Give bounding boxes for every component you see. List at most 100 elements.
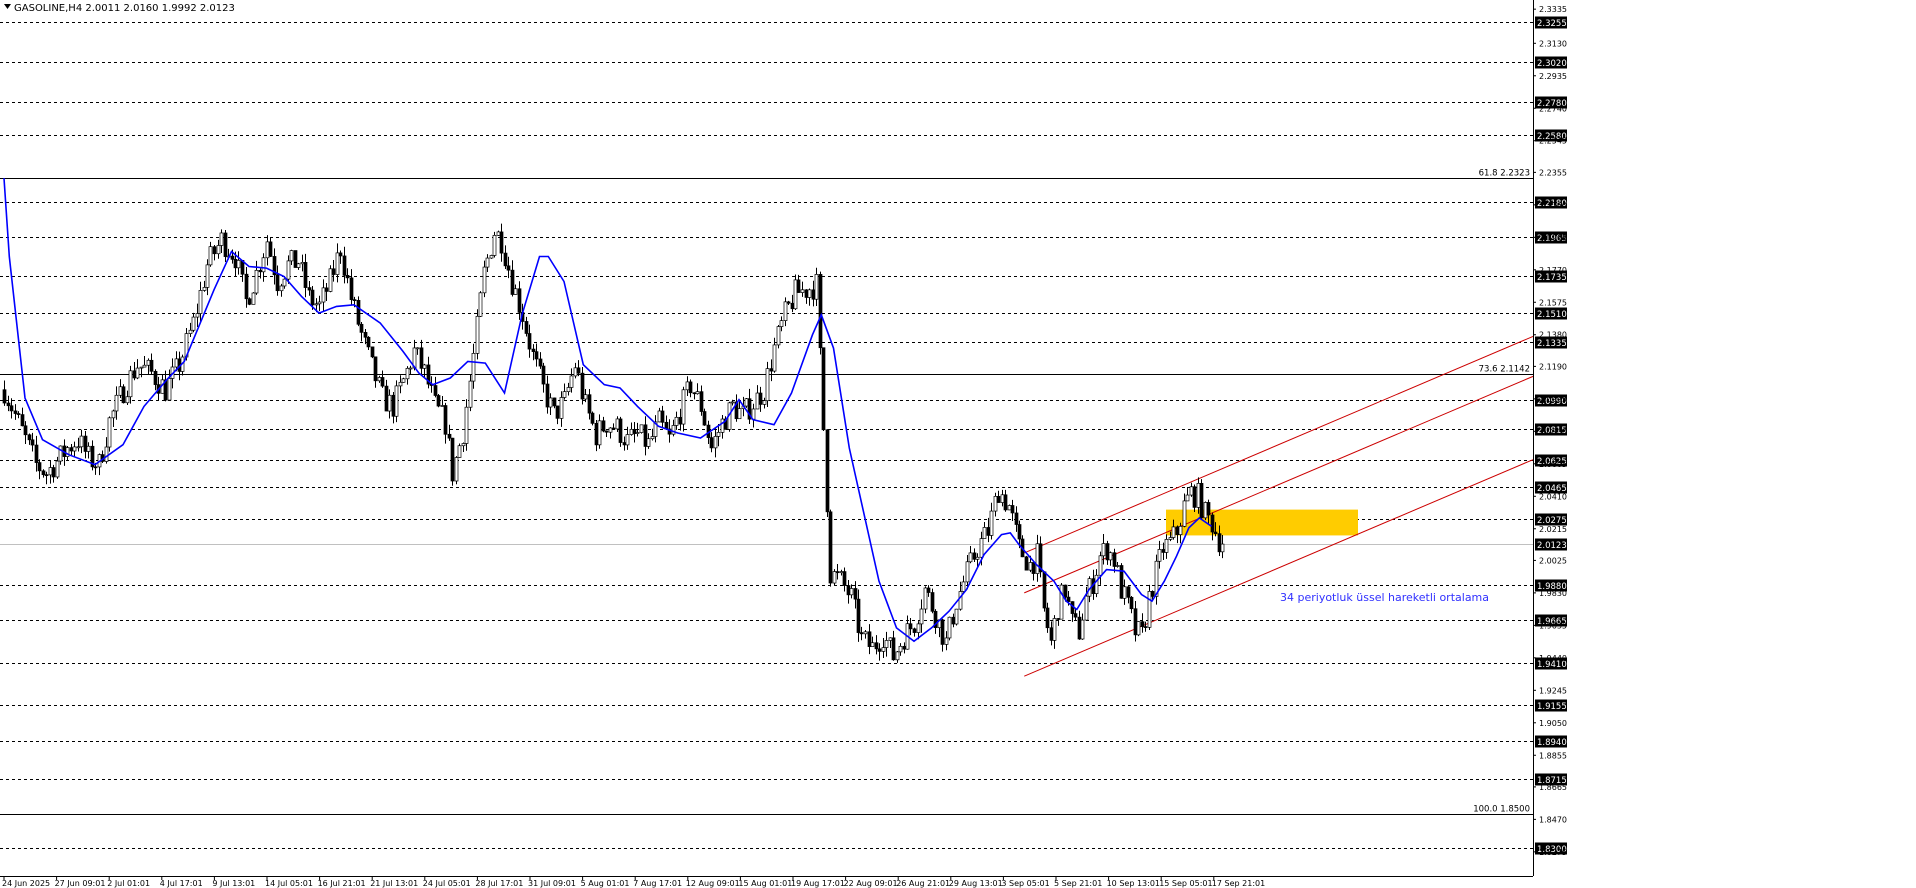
candle-body xyxy=(202,287,207,291)
candle-body xyxy=(349,277,354,300)
candle-body xyxy=(265,241,270,259)
y-tick-label: 1.9830 xyxy=(1539,589,1567,598)
x-tick-label: 5 Aug 01:01 xyxy=(581,879,630,888)
candle-body xyxy=(657,410,662,423)
candle-body xyxy=(839,571,844,574)
candle-body xyxy=(1161,549,1166,553)
candle xyxy=(828,509,833,587)
candle-body xyxy=(1210,514,1215,533)
candle-body xyxy=(370,346,375,358)
candle-body xyxy=(443,405,448,435)
candle-body xyxy=(23,425,28,436)
candle-body xyxy=(391,394,396,417)
current-price-label-text: 2.0123 xyxy=(1537,541,1567,551)
candle-body xyxy=(800,289,805,293)
candle-body xyxy=(853,588,858,600)
candle xyxy=(793,274,798,311)
candle-body xyxy=(212,246,217,255)
chart-header: GASOLINE,H4 2.0011 2.0160 1.9992 2.0123 xyxy=(4,3,235,14)
candle-body xyxy=(573,367,578,377)
candle-body xyxy=(1077,616,1082,640)
candle-body xyxy=(552,397,557,407)
candle-body xyxy=(867,631,872,647)
candle-body xyxy=(492,235,497,256)
candle-body xyxy=(559,397,564,419)
candle-body xyxy=(1203,502,1208,519)
fib-label: 73.6 2.1142 xyxy=(1479,365,1530,375)
candle-body xyxy=(709,437,714,449)
candle-body xyxy=(786,301,791,304)
candle-body xyxy=(236,260,241,269)
candle-body xyxy=(254,269,259,294)
candle-body xyxy=(496,231,501,236)
candle-body xyxy=(1035,543,1040,574)
candle-body xyxy=(979,538,984,558)
candle xyxy=(639,424,644,434)
candle-body xyxy=(338,252,343,257)
candle xyxy=(478,291,483,317)
y-tick-label: 2.0995 xyxy=(1539,395,1567,404)
candle-body xyxy=(139,366,144,369)
candle-body xyxy=(2,389,7,404)
candle-body xyxy=(513,288,518,295)
candle-body xyxy=(692,392,697,395)
candle-body xyxy=(475,315,480,354)
chart-canvas[interactable]: 61.8 2.2323 73.6 2.1142 100.0 1.8500 34 pe… xyxy=(0,0,1916,888)
candle-body xyxy=(1098,555,1103,576)
y-tick-label: 2.0025 xyxy=(1539,556,1567,565)
candle-body xyxy=(601,420,606,432)
x-tick-label: 22 Aug 09:01 xyxy=(844,879,898,888)
candle-body xyxy=(13,410,18,414)
x-tick-label: 28 Jul 17:01 xyxy=(475,879,523,888)
candle-body xyxy=(398,381,403,387)
candle-body xyxy=(345,274,350,279)
candle-body xyxy=(1010,505,1015,514)
candle-body xyxy=(947,616,952,639)
candle-body xyxy=(1112,552,1117,567)
price-chart[interactable]: 61.8 2.2323 73.6 2.1142 100.0 1.8500 34 pe… xyxy=(0,0,1916,888)
candle-body xyxy=(713,436,718,449)
candle-body xyxy=(779,320,784,327)
x-tick-label: 16 Jul 21:01 xyxy=(318,879,366,888)
level-price-label: 2.1510 xyxy=(1535,307,1567,320)
candle-body xyxy=(958,591,963,610)
candle-body xyxy=(720,418,725,433)
candle-body xyxy=(121,386,126,404)
y-tick-label: 2.2545 xyxy=(1539,137,1567,146)
candle-body xyxy=(814,274,819,300)
candle-body xyxy=(986,527,991,536)
candle-body xyxy=(891,637,896,661)
level-price-label: 1.9155 xyxy=(1535,699,1567,712)
candle-body xyxy=(569,375,574,388)
candle-body xyxy=(1042,571,1047,609)
candle-body xyxy=(58,445,63,462)
candle-body xyxy=(279,285,284,292)
candle-body xyxy=(44,474,49,477)
x-tick-label: 29 Aug 13:01 xyxy=(949,879,1003,888)
candle-body xyxy=(30,439,35,446)
candle-body xyxy=(317,301,322,305)
y-tick-label: 2.0800 xyxy=(1539,427,1567,436)
candle-body xyxy=(1157,549,1162,562)
candle-body xyxy=(772,344,777,372)
level-price-label: 2.3020 xyxy=(1535,56,1567,69)
candle-body xyxy=(208,246,213,266)
candle-body xyxy=(870,642,875,647)
candle-body xyxy=(464,406,469,444)
candle-body xyxy=(230,255,235,260)
candle-body xyxy=(1126,586,1131,598)
y-tick-label: 2.1190 xyxy=(1539,362,1567,371)
candle xyxy=(293,250,298,268)
candle-body xyxy=(394,385,399,417)
candle xyxy=(251,292,256,305)
candle-body xyxy=(755,392,760,410)
candle-body xyxy=(902,645,907,650)
candle-body xyxy=(1101,543,1106,557)
candle xyxy=(702,408,707,426)
x-tick-label: 24 Jun 2025 xyxy=(2,879,50,888)
candle-body xyxy=(951,616,956,625)
symbol-header: GASOLINE,H4 2.0011 2.0160 1.9992 2.0123 xyxy=(14,3,235,14)
candle-body xyxy=(167,378,172,401)
x-tick-label: 4 Jul 17:01 xyxy=(160,879,203,888)
candle-body xyxy=(310,289,315,306)
